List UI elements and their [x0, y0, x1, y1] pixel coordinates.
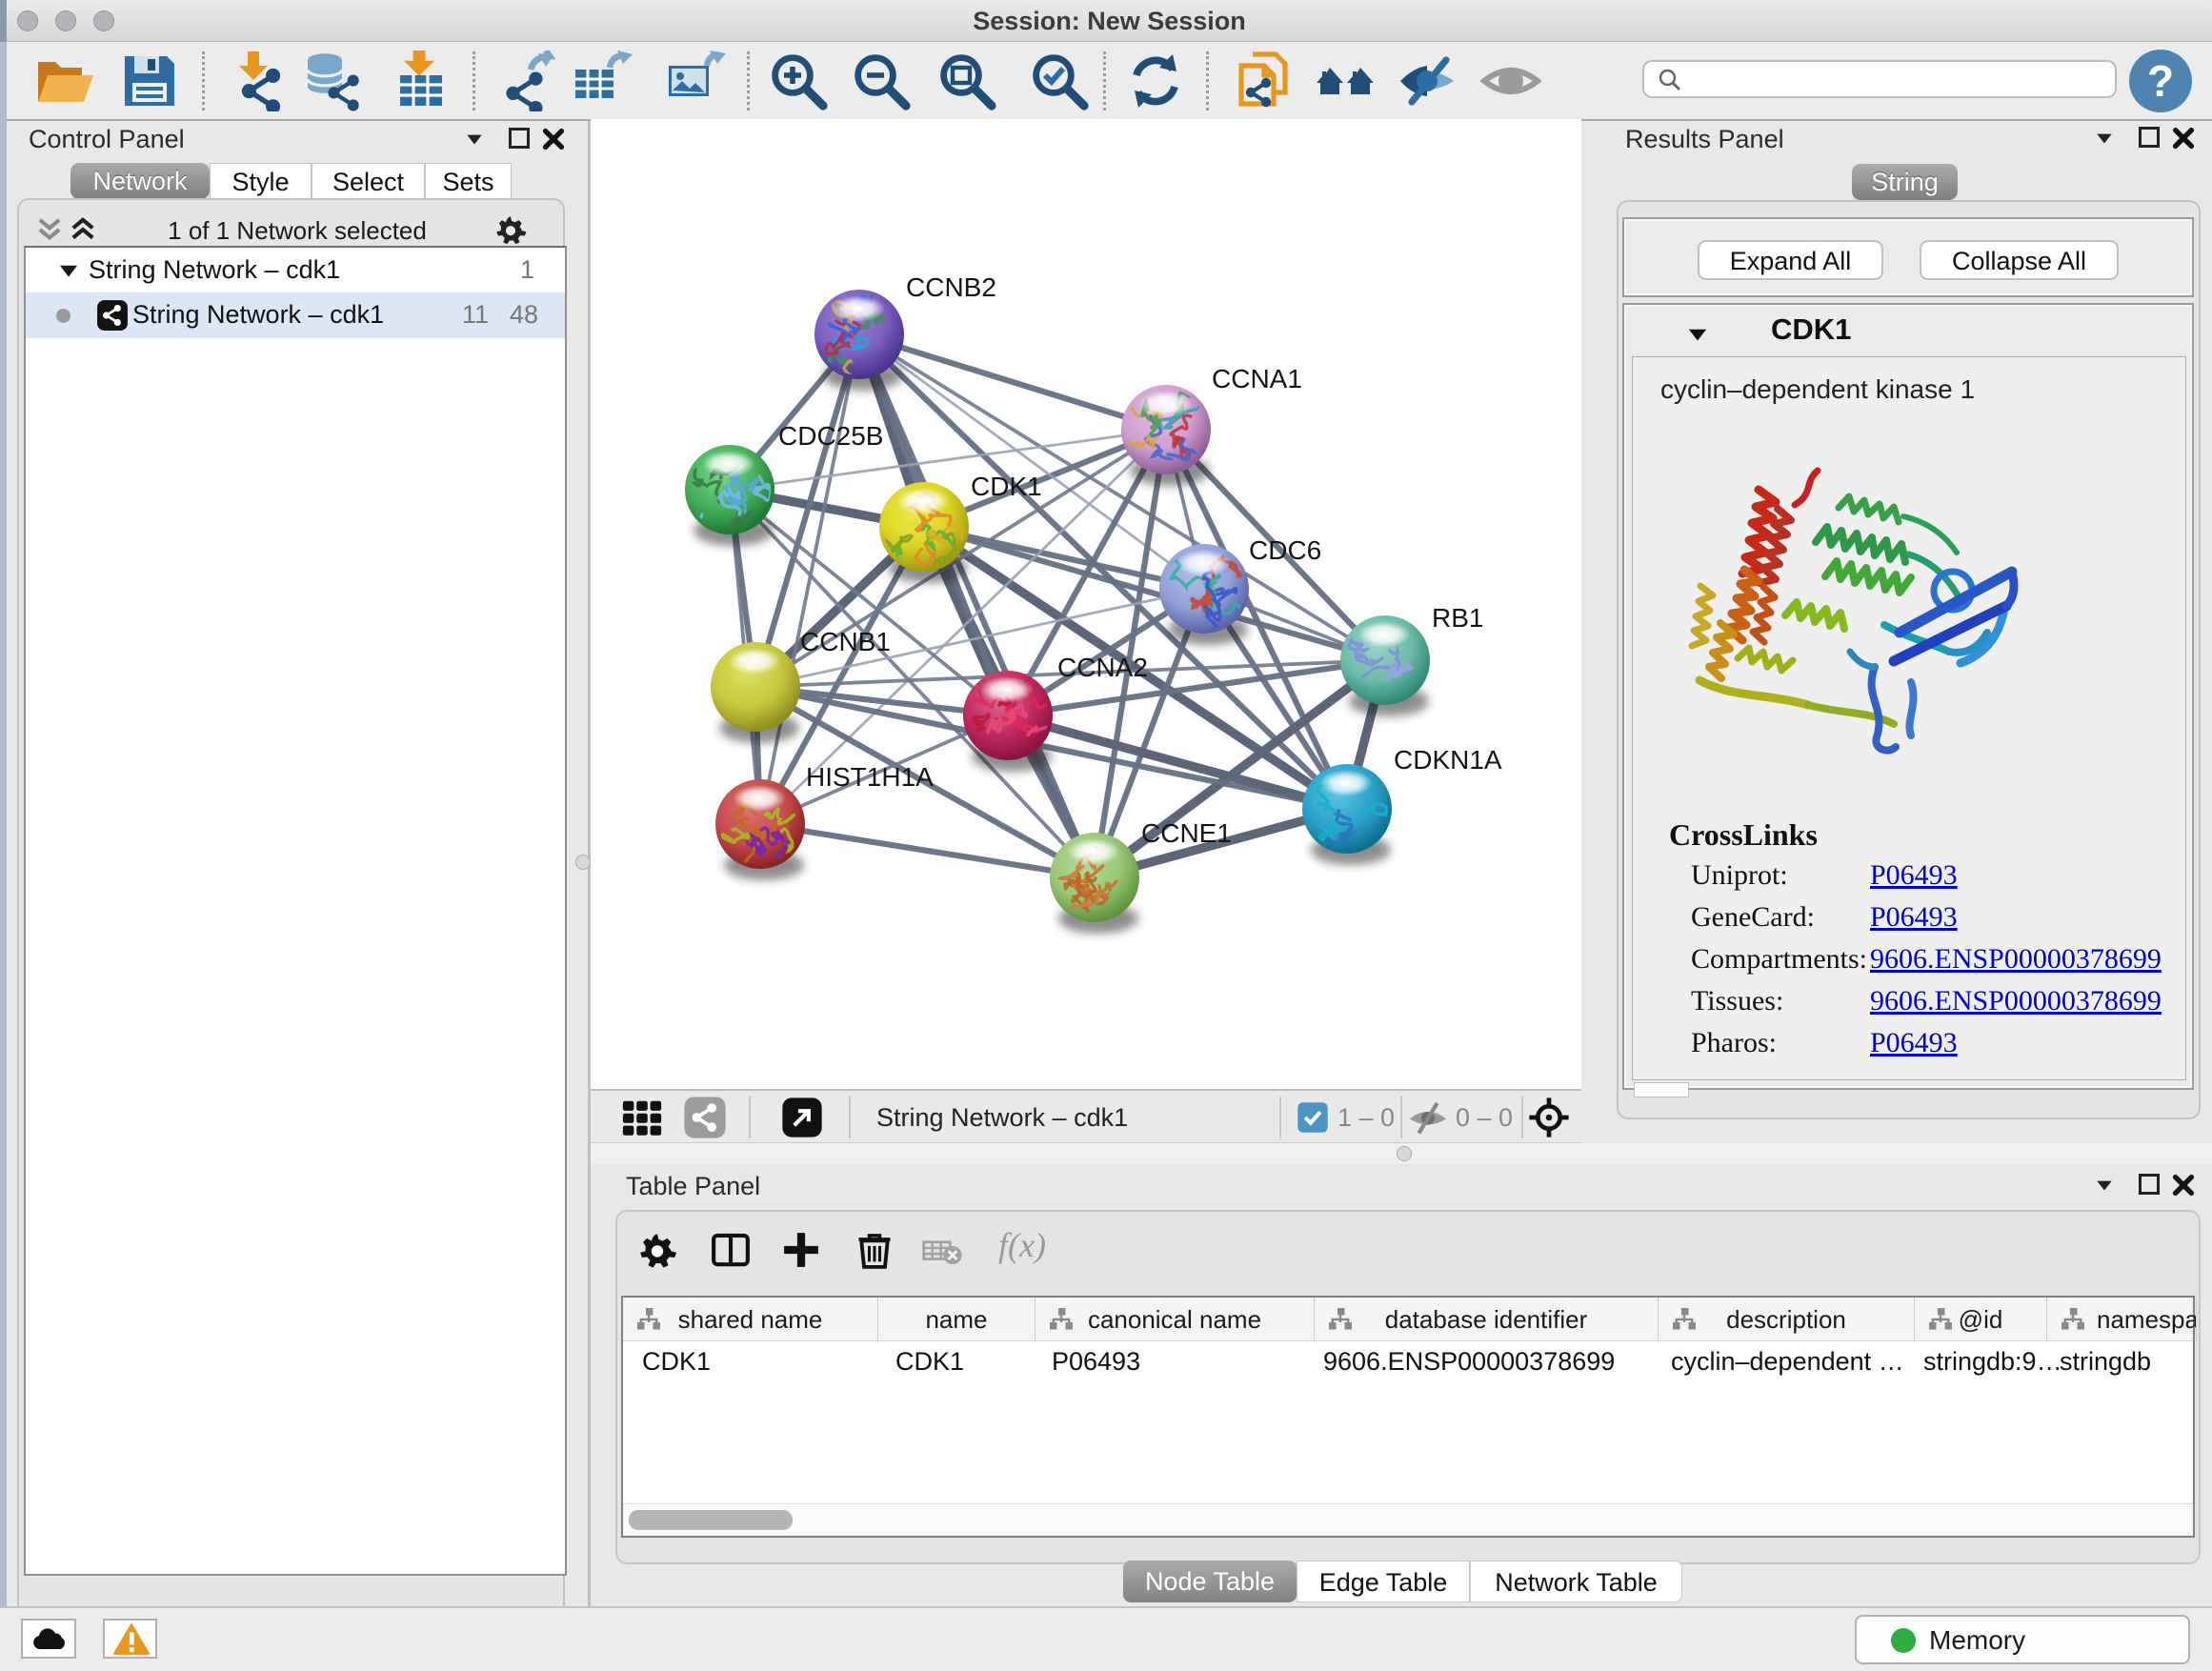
svg-text:CCNA2: CCNA2	[1057, 653, 1148, 682]
svg-text:CDC6: CDC6	[1249, 535, 1321, 565]
svg-text:CDK1: CDK1	[971, 472, 1042, 501]
svg-text:CCNB1: CCNB1	[800, 627, 891, 656]
svg-text:CCNE1: CCNE1	[1141, 818, 1232, 848]
svg-text:CCNB2: CCNB2	[906, 272, 996, 302]
svg-text:CCNA1: CCNA1	[1212, 364, 1302, 393]
svg-text:CDKN1A: CDKN1A	[1394, 745, 1502, 775]
svg-text:HIST1H1A: HIST1H1A	[806, 762, 934, 792]
svg-text:CDC25B: CDC25B	[778, 421, 883, 451]
svg-text:RB1: RB1	[1432, 603, 1483, 633]
